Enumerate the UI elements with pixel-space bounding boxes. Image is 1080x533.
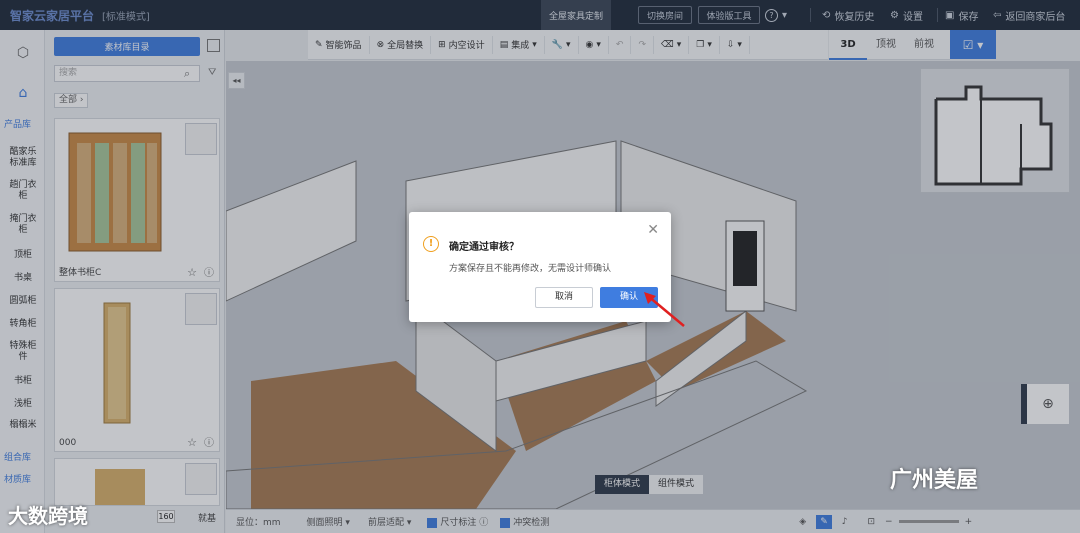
watermark-left: 大数跨境: [8, 504, 88, 528]
dialog-message: 方案保存且不能再修改，无需设计师确认: [449, 264, 612, 274]
cancel-button[interactable]: 取消: [535, 287, 593, 308]
confirm-dialog: ! 确定通过审核？ 方案保存且不能再修改，无需设计师确认 ✕ 取消 确认: [409, 212, 671, 322]
watermark-right: 广州美屋: [890, 468, 979, 493]
red-arrow-annotation: [644, 292, 685, 327]
warning-icon: !: [423, 236, 439, 252]
close-icon[interactable]: ✕: [647, 222, 659, 238]
dialog-title: 确定通过审核？: [449, 242, 519, 253]
